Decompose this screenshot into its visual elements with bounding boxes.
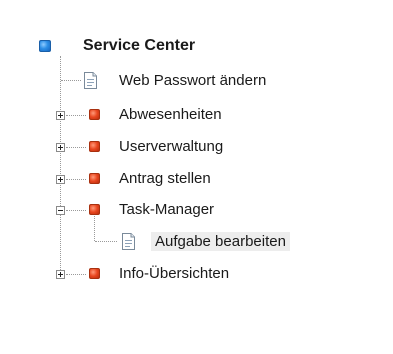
collapse-toggle-task-manager[interactable] xyxy=(56,206,65,215)
tree-connector-line xyxy=(66,274,86,275)
red-bullet-icon xyxy=(89,268,100,279)
tree-item-task-manager[interactable]: Task-Manager xyxy=(119,200,214,219)
expand-toggle-antrag-stellen[interactable] xyxy=(56,175,65,184)
tree-item-aufgabe-bearbeiten[interactable]: Aufgabe bearbeiten xyxy=(151,232,290,251)
tree-connector-line xyxy=(94,216,95,241)
tree-item-web-passwort[interactable]: Web Passwort ändern xyxy=(119,71,266,90)
service-center-tree: Service Center Web Passwort ändern Abwes… xyxy=(0,0,393,354)
expand-toggle-abwesenheiten[interactable] xyxy=(56,111,65,120)
red-bullet-icon xyxy=(89,141,100,152)
tree-item-userverwaltung[interactable]: Userverwaltung xyxy=(119,137,223,156)
red-bullet-icon xyxy=(89,173,100,184)
tree-connector-line xyxy=(66,147,86,148)
tree-connector-line xyxy=(66,210,86,211)
tree-root-label[interactable]: Service Center xyxy=(83,36,195,56)
document-icon xyxy=(84,72,97,89)
tree-item-abwesenheiten[interactable]: Abwesenheiten xyxy=(119,105,222,124)
document-icon xyxy=(122,233,135,250)
tree-item-info-uebersichten[interactable]: Info-Übersichten xyxy=(119,264,229,283)
blue-bullet-icon xyxy=(39,40,51,52)
tree-connector-line xyxy=(95,241,117,242)
expand-toggle-info-uebersichten[interactable] xyxy=(56,270,65,279)
tree-connector-line xyxy=(66,179,86,180)
red-bullet-icon xyxy=(89,109,100,120)
tree-connector-line xyxy=(61,80,81,81)
red-bullet-icon xyxy=(89,204,100,215)
expand-toggle-userverwaltung[interactable] xyxy=(56,143,65,152)
tree-connector-line xyxy=(66,115,86,116)
tree-connector-line xyxy=(60,56,61,274)
tree-item-antrag-stellen[interactable]: Antrag stellen xyxy=(119,169,211,188)
